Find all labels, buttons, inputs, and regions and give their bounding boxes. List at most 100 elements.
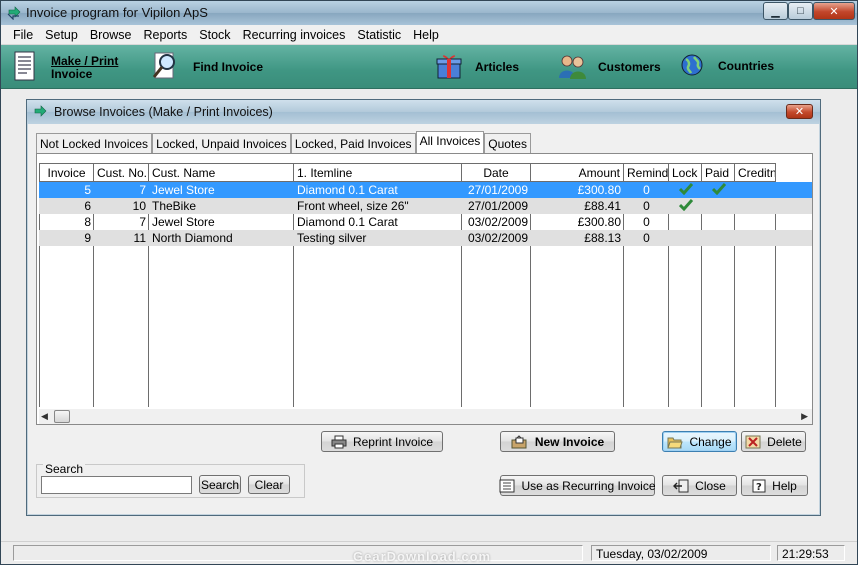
- menu-help[interactable]: Help: [407, 28, 445, 42]
- close-icon: ✕: [794, 106, 805, 118]
- column-header-cust-no[interactable]: Cust. No.: [94, 163, 149, 182]
- menu-reports[interactable]: Reports: [138, 28, 194, 42]
- cell-cust-name: Jewel Store: [152, 215, 215, 229]
- grid-body: 5 7 Jewel Store Diamond 0.1 Carat 27/01/2009…: [39, 182, 812, 407]
- horizontal-scrollbar[interactable]: ◀ ▶: [39, 409, 812, 424]
- column-header-date[interactable]: Date: [462, 163, 531, 182]
- tab-locked-unpaid[interactable]: Locked, Unpaid Invoices: [152, 133, 291, 153]
- help-button[interactable]: ? Help: [741, 475, 808, 496]
- cell-cust-name: Jewel Store: [152, 183, 215, 197]
- cell-creditnote: [735, 198, 776, 214]
- cell-cust-no: 7: [139, 215, 146, 229]
- customers-button[interactable]: Customers: [556, 52, 661, 83]
- menu-stock[interactable]: Stock: [193, 28, 236, 42]
- help-icon: ?: [752, 479, 766, 493]
- change-button[interactable]: Change: [662, 431, 737, 452]
- cell-invoice: 8: [84, 215, 91, 229]
- change-label: Change: [689, 434, 732, 449]
- cell-itemline: Front wheel, size 26": [297, 199, 409, 213]
- column-header-itemline[interactable]: 1. Itemline: [294, 163, 462, 182]
- document-icon: [13, 50, 37, 85]
- lock-cell: [669, 214, 702, 230]
- main-toolbar: Make / Print Invoice Find Invoice Article…: [1, 45, 857, 89]
- cell-creditnote: [735, 214, 776, 230]
- make-print-invoice-button[interactable]: Make / Print Invoice: [13, 50, 118, 85]
- tab-all-invoices[interactable]: All Invoices: [415, 131, 485, 153]
- column-header-invoice[interactable]: Invoice: [39, 163, 94, 182]
- clear-button[interactable]: Clear: [248, 475, 290, 494]
- delete-icon: [745, 435, 761, 449]
- cell-remind: 0: [643, 215, 650, 229]
- table-row[interactable]: 5 7 Jewel Store Diamond 0.1 Carat 27/01/2009…: [39, 182, 812, 198]
- close-label: Close: [695, 478, 726, 493]
- reprint-invoice-button[interactable]: Reprint Invoice: [321, 431, 443, 452]
- cell-invoice: 5: [84, 183, 91, 197]
- find-invoice-label: Find Invoice: [193, 60, 264, 74]
- articles-button[interactable]: Articles: [435, 52, 519, 83]
- make-print-label: Make / Print: [51, 53, 119, 68]
- menu-recurring-invoices[interactable]: Recurring invoices: [237, 28, 352, 42]
- search-button[interactable]: Search: [199, 475, 241, 494]
- status-time: 21:29:53: [777, 545, 845, 561]
- paid-cell: [702, 230, 735, 246]
- close-window-button[interactable]: ✕: [813, 2, 855, 20]
- cell-remind: 0: [643, 231, 650, 245]
- table-row[interactable]: 6 10 TheBike Front wheel, size 26" 27/01/200…: [39, 198, 812, 214]
- tab-not-locked[interactable]: Not Locked Invoices: [36, 133, 153, 153]
- dialog-close-button[interactable]: ✕: [786, 104, 813, 119]
- delete-button[interactable]: Delete: [741, 431, 806, 452]
- minimize-button[interactable]: ▁: [763, 2, 788, 20]
- column-header-creditnote[interactable]: Creditnote: [735, 163, 776, 182]
- column-header-paid[interactable]: Paid: [702, 163, 735, 182]
- cell-cust-name: North Diamond: [152, 231, 233, 245]
- status-date: Tuesday, 03/02/2009: [591, 545, 771, 561]
- cell-date: 27/01/2009: [467, 183, 528, 197]
- use-as-recurring-label: Use as Recurring Invoice: [521, 478, 656, 493]
- table-row[interactable]: 9 11 North Diamond Testing silver 03/02/2009…: [39, 230, 812, 246]
- menu-file[interactable]: File: [7, 28, 39, 42]
- paid-cell: [702, 182, 735, 198]
- find-invoice-button[interactable]: Find Invoice: [151, 50, 263, 85]
- dialog-app-icon: [33, 105, 47, 122]
- column-header-lock[interactable]: Lock: [669, 163, 702, 182]
- menu-bar: File Setup Browse Reports Stock Recurrin…: [1, 25, 857, 45]
- column-header-remind[interactable]: Remind: [624, 163, 669, 182]
- menu-browse[interactable]: Browse: [84, 28, 138, 42]
- column-header-cust-name[interactable]: Cust. Name: [149, 163, 294, 182]
- new-document-icon: [511, 434, 529, 449]
- scroll-thumb[interactable]: [54, 410, 70, 423]
- tab-quotes[interactable]: Quotes: [484, 133, 531, 153]
- customers-label: Customers: [598, 60, 661, 74]
- search-input[interactable]: [41, 476, 192, 494]
- cell-cust-no: 10: [132, 199, 146, 213]
- menu-setup[interactable]: Setup: [39, 28, 84, 42]
- folder-open-icon: [667, 435, 684, 449]
- menu-statistic[interactable]: Statistic: [351, 28, 407, 42]
- globe-icon: [680, 53, 704, 80]
- invoice-grid: Invoice Cust. No. Cust. Name 1. Itemline Dat…: [36, 153, 813, 425]
- title-bar: Invoice program for Vipilon ApS ▁ □ ✕: [1, 1, 857, 25]
- scroll-right-icon[interactable]: ▶: [801, 411, 808, 422]
- new-invoice-button[interactable]: New Invoice: [500, 431, 615, 452]
- scroll-left-icon[interactable]: ◀: [41, 411, 48, 422]
- cell-remind: 0: [643, 199, 650, 213]
- magnifier-icon: [151, 50, 179, 85]
- use-as-recurring-button[interactable]: Use as Recurring Invoice: [499, 475, 656, 496]
- grid-header: Invoice Cust. No. Cust. Name 1. Itemline Dat…: [39, 163, 776, 182]
- exit-door-icon: [673, 479, 689, 493]
- cell-cust-name: TheBike: [152, 199, 197, 213]
- cell-date: 03/02/2009: [467, 231, 528, 245]
- close-button[interactable]: Close: [662, 475, 737, 496]
- column-header-amount[interactable]: Amount: [531, 163, 624, 182]
- delete-label: Delete: [767, 434, 802, 449]
- clear-button-label: Clear: [254, 477, 284, 492]
- maximize-button[interactable]: □: [788, 2, 813, 20]
- countries-button[interactable]: Countries: [680, 53, 774, 80]
- window-title: Invoice program for Vipilon ApS: [26, 5, 208, 20]
- tab-locked-paid[interactable]: Locked, Paid Invoices: [290, 133, 416, 153]
- articles-label: Articles: [475, 60, 520, 74]
- new-invoice-label: New Invoice: [534, 434, 605, 449]
- table-row[interactable]: 8 7 Jewel Store Diamond 0.1 Carat 03/02/2009…: [39, 214, 812, 230]
- cell-amount: £300.80: [577, 183, 621, 197]
- reprint-invoice-label: Reprint Invoice: [352, 434, 434, 449]
